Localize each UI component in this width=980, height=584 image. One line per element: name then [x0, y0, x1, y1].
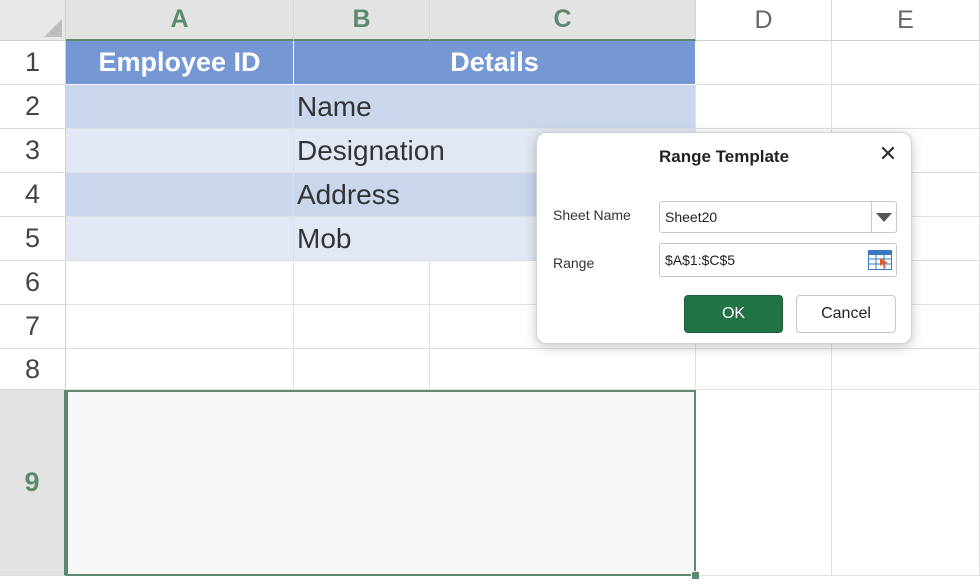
fill-handle[interactable]: [691, 571, 700, 580]
range-label: Range: [553, 255, 595, 271]
range-template-dialog: Range Template ✕ Sheet Name Sheet20 Rang…: [536, 132, 912, 344]
sheet-name-label: Sheet Name: [553, 207, 631, 223]
range-input[interactable]: $A$1:$C$5: [659, 243, 897, 277]
column-header-d[interactable]: D: [696, 0, 832, 41]
cell-d2[interactable]: [696, 85, 832, 129]
row-header-6[interactable]: 6: [0, 261, 66, 305]
select-all-corner[interactable]: [0, 0, 66, 41]
row-header-7[interactable]: 7: [0, 305, 66, 349]
select-all-triangle-icon: [44, 19, 62, 37]
cell-e9[interactable]: [832, 390, 980, 576]
cell-a7[interactable]: [66, 305, 294, 349]
cell-d9[interactable]: [696, 390, 832, 576]
close-icon[interactable]: ✕: [877, 143, 899, 165]
range-value: $A$1:$C$5: [665, 252, 736, 268]
ok-button[interactable]: OK: [684, 295, 783, 333]
cell-e2[interactable]: [832, 85, 980, 129]
row-header-3[interactable]: 3: [0, 129, 66, 173]
row-header-4[interactable]: 4: [0, 173, 66, 217]
cell-a3[interactable]: [66, 129, 294, 173]
dialog-title: Range Template: [658, 147, 790, 166]
cell-employee-id-header[interactable]: Employee ID: [66, 41, 294, 85]
chevron-down-icon[interactable]: [871, 202, 896, 232]
cell-c8[interactable]: [430, 349, 696, 390]
cell-e1[interactable]: [832, 41, 980, 85]
column-header-b[interactable]: B: [294, 0, 430, 41]
cell-d8[interactable]: [696, 349, 832, 390]
column-header-e[interactable]: E: [832, 0, 980, 41]
cell-detail-name[interactable]: Name: [294, 85, 696, 129]
cell-details-header[interactable]: Details: [294, 41, 696, 85]
row-header-1[interactable]: 1: [0, 41, 66, 85]
cell-a6[interactable]: [66, 261, 294, 305]
row-header-9[interactable]: 9: [0, 390, 66, 576]
cell-d1[interactable]: [696, 41, 832, 85]
cell-e8[interactable]: [832, 349, 980, 390]
cell-a2[interactable]: [66, 85, 294, 129]
column-header-c[interactable]: C: [430, 0, 696, 41]
cell-b8[interactable]: [294, 349, 430, 390]
cell-b6[interactable]: [294, 261, 430, 305]
cell-a4[interactable]: [66, 173, 294, 217]
sheet-name-select[interactable]: Sheet20: [659, 201, 897, 233]
cell-a8[interactable]: [66, 349, 294, 390]
selected-range-a9-c9[interactable]: [66, 390, 696, 576]
row-header-2[interactable]: 2: [0, 85, 66, 129]
row-header-8[interactable]: 8: [0, 349, 66, 390]
cell-b7[interactable]: [294, 305, 430, 349]
row-header-5[interactable]: 5: [0, 217, 66, 261]
range-select-icon[interactable]: [868, 250, 892, 270]
sheet-name-value: Sheet20: [665, 209, 718, 225]
cell-a5[interactable]: [66, 217, 294, 261]
column-header-a[interactable]: A: [66, 0, 294, 41]
cancel-button[interactable]: Cancel: [796, 295, 896, 333]
